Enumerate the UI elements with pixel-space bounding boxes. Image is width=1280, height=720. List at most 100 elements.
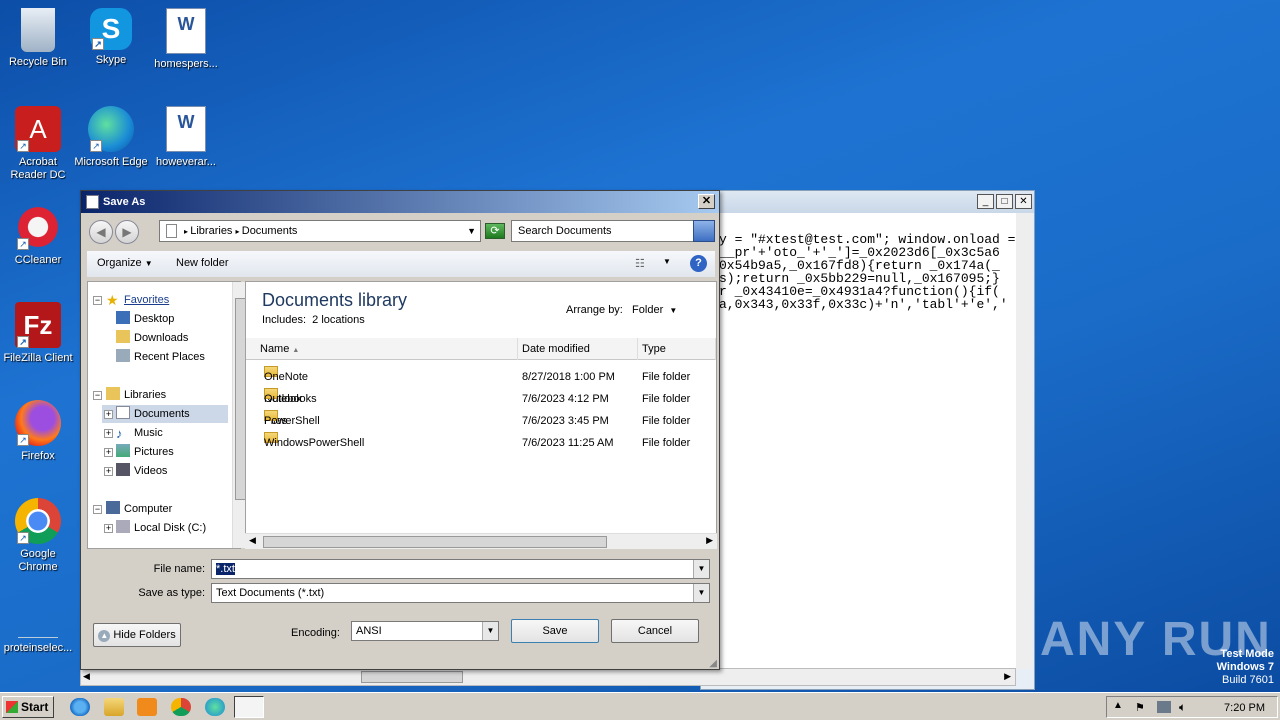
nav-music[interactable]: ♪ Music bbox=[116, 424, 163, 442]
media-player-icon[interactable] bbox=[137, 698, 157, 716]
clock[interactable]: 7:20 PM bbox=[1224, 697, 1265, 719]
expand-toggle[interactable]: + bbox=[104, 524, 113, 533]
nav-downloads[interactable]: Downloads bbox=[116, 329, 188, 347]
flag-icon[interactable]: ⚑ bbox=[1135, 701, 1145, 714]
scrollbar-thumb[interactable] bbox=[263, 536, 607, 548]
expand-toggle[interactable]: + bbox=[104, 448, 113, 457]
desktop-icon-ccleaner[interactable]: ↗ CCleaner bbox=[0, 204, 76, 267]
scroll-right-arrow[interactable]: ▶ bbox=[1004, 671, 1011, 682]
scroll-left-arrow[interactable]: ◀ bbox=[249, 535, 256, 546]
resize-grip-icon[interactable]: ◢ bbox=[709, 658, 717, 669]
column-header-name[interactable]: Name ▲ bbox=[246, 338, 518, 360]
collapse-toggle[interactable]: − bbox=[93, 505, 102, 514]
close-button[interactable]: ✕ bbox=[698, 194, 715, 209]
test-mode-watermark: Test Mode Windows 7 Build 7601 bbox=[1216, 648, 1274, 686]
chevron-down-icon[interactable]: ▼ bbox=[693, 560, 709, 578]
downloads-icon bbox=[116, 330, 130, 343]
chevron-up-icon[interactable]: ▲ bbox=[1113, 700, 1123, 711]
file-date: 8/27/2018 1:00 PM bbox=[522, 371, 615, 383]
desktop-icon-chrome[interactable]: ↗ Google Chrome bbox=[0, 498, 76, 574]
hide-folders-button[interactable]: ▲ Hide Folders bbox=[93, 623, 181, 647]
close-button[interactable]: ✕ bbox=[1015, 194, 1032, 209]
nav-pictures[interactable]: Pictures bbox=[116, 443, 174, 461]
desktop-icon-filezilla[interactable]: Fz ↗ FileZilla Client bbox=[0, 302, 76, 365]
notepad-icon[interactable] bbox=[234, 696, 264, 718]
arrange-value[interactable]: Folder bbox=[632, 304, 663, 316]
chevron-down-icon[interactable]: ▼ bbox=[482, 622, 498, 640]
network-icon[interactable] bbox=[1157, 701, 1171, 713]
nav-videos[interactable]: Videos bbox=[116, 462, 167, 480]
collapse-toggle[interactable]: − bbox=[93, 391, 102, 400]
cancel-button[interactable]: Cancel bbox=[611, 619, 699, 643]
expand-toggle[interactable]: + bbox=[104, 467, 113, 476]
nav-favorites[interactable]: ★ Favorites bbox=[106, 291, 169, 309]
organize-button[interactable]: Organize ▼ bbox=[97, 257, 153, 269]
column-header-type[interactable]: Type bbox=[638, 338, 716, 360]
notepad-text-area[interactable]: y = "#xtest@test.com"; window.onload = __… bbox=[719, 213, 1016, 669]
back-button[interactable]: ◀ bbox=[89, 220, 113, 244]
nav-computer[interactable]: Computer bbox=[106, 500, 172, 518]
save-as-dialog[interactable]: Save As ✕ ◀ ▶ ▸ Libraries ▸ Documents ▼ … bbox=[80, 190, 720, 670]
scroll-right-arrow[interactable]: ▶ bbox=[706, 535, 713, 546]
desktop-icon-skype[interactable]: S ↗ Skype bbox=[73, 8, 149, 67]
chrome-icon[interactable] bbox=[171, 698, 191, 716]
nav-desktop[interactable]: Desktop bbox=[116, 310, 174, 328]
column-header-date[interactable]: Date modified bbox=[518, 338, 638, 360]
forward-button[interactable]: ▶ bbox=[115, 220, 139, 244]
expand-toggle[interactable]: + bbox=[104, 429, 113, 438]
table-row[interactable]: Outlook Files 7/6/2023 4:12 PM File fold… bbox=[246, 388, 716, 427]
chevron-down-icon[interactable]: ▼ bbox=[693, 584, 709, 602]
collapse-toggle[interactable]: − bbox=[93, 296, 102, 305]
dialog-titlebar[interactable]: Save As ✕ bbox=[81, 191, 719, 213]
desktop-icon bbox=[116, 311, 130, 324]
save-button[interactable]: Save bbox=[511, 619, 599, 643]
notepad-titlebar[interactable]: _ □ ✕ bbox=[701, 191, 1034, 213]
arrange-by[interactable]: Arrange by: Folder ▼ bbox=[566, 304, 677, 316]
desktop-icon-acrobat[interactable]: A ↗ Acrobat Reader DC bbox=[0, 106, 76, 182]
minimize-button[interactable]: _ bbox=[977, 194, 994, 209]
save-as-type-select[interactable]: Text Documents (*.txt) ▼ bbox=[211, 583, 710, 603]
volume-icon[interactable]: 🔈︎ bbox=[1179, 700, 1186, 715]
expand-toggle[interactable]: + bbox=[104, 410, 113, 419]
refresh-button[interactable]: ⟳ bbox=[485, 223, 505, 239]
desktop-icon-edge[interactable]: ↗ Microsoft Edge bbox=[73, 106, 149, 169]
search-icon[interactable] bbox=[693, 220, 715, 242]
explorer-icon[interactable] bbox=[104, 698, 124, 716]
vertical-scrollbar[interactable] bbox=[1016, 213, 1032, 669]
file-date: 7/6/2023 4:12 PM bbox=[522, 393, 609, 405]
file-name-field[interactable]: *.txt ▼ bbox=[211, 559, 710, 579]
scrollbar-thumb[interactable] bbox=[361, 671, 463, 683]
nav-local-disk[interactable]: Local Disk (C:) bbox=[116, 519, 206, 537]
start-button[interactable]: Start bbox=[2, 696, 54, 718]
locations-link[interactable]: 2 locations bbox=[312, 314, 365, 326]
desktop-icon-proteinselec[interactable]: proteinselec... bbox=[0, 600, 76, 655]
table-row[interactable]: PowerShell 7/6/2023 3:45 PM File folder bbox=[246, 410, 716, 432]
views-icon[interactable]: ☷ bbox=[635, 257, 645, 270]
file-list-horizontal-scrollbar[interactable]: ◀ ▶ bbox=[245, 533, 717, 549]
table-row[interactable]: WindowsPowerShell 7/6/2023 11:25 AM File… bbox=[246, 432, 716, 454]
desktop-icon-firefox[interactable]: ↗ Firefox bbox=[0, 400, 76, 463]
maximize-button[interactable]: □ bbox=[996, 194, 1013, 209]
desktop-icon-homespers[interactable]: W homespers... bbox=[148, 8, 224, 71]
breadcrumb-documents[interactable]: Documents bbox=[242, 225, 298, 237]
chevron-down-icon[interactable]: ▼ bbox=[467, 221, 476, 241]
notepad-horizontal-scrollbar[interactable]: ◀ ▶ bbox=[80, 668, 1016, 686]
desktop-icon-recycle-bin[interactable]: Recycle Bin bbox=[0, 8, 76, 69]
help-icon[interactable]: ? bbox=[690, 255, 707, 272]
notepad-window[interactable]: _ □ ✕ y = "#xtest@test.com"; window.onlo… bbox=[700, 190, 1035, 690]
chevron-down-icon[interactable]: ▼ bbox=[663, 257, 671, 266]
ie-icon[interactable] bbox=[70, 698, 90, 716]
new-folder-button[interactable]: New folder bbox=[176, 257, 229, 269]
nav-recent-places[interactable]: Recent Places bbox=[116, 348, 205, 366]
breadcrumb-libraries[interactable]: Libraries bbox=[190, 225, 232, 237]
encoding-select[interactable]: ANSI ▼ bbox=[351, 621, 499, 641]
search-input[interactable]: Search Documents bbox=[511, 220, 715, 242]
file-name: WindowsPowerShell bbox=[264, 437, 365, 449]
edge-icon[interactable] bbox=[205, 698, 225, 716]
desktop-icon-howeverar[interactable]: W howeverar... bbox=[148, 106, 224, 169]
breadcrumb[interactable]: ▸ Libraries ▸ Documents ▼ bbox=[159, 220, 481, 242]
nav-libraries[interactable]: Libraries bbox=[106, 386, 166, 404]
scroll-left-arrow[interactable]: ◀ bbox=[83, 671, 90, 682]
table-row[interactable]: OneNote Notebooks 8/27/2018 1:00 PM File… bbox=[246, 366, 716, 405]
nav-documents[interactable]: Documents bbox=[102, 405, 228, 423]
